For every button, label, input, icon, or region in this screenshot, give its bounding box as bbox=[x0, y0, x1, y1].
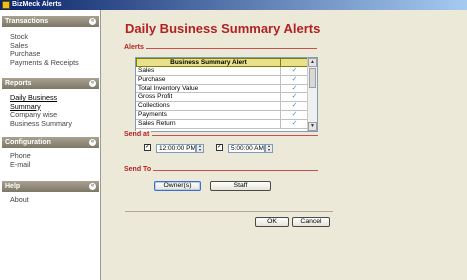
sidebar: Transactions « Stock Sales Purchase Paym… bbox=[0, 10, 101, 280]
alerts-group-line bbox=[146, 48, 317, 49]
staff-button[interactable]: Staff bbox=[210, 181, 271, 191]
scroll-up-arrow-icon[interactable]: ▲ bbox=[308, 58, 317, 67]
alert-name-cell: Total Inventory Value bbox=[136, 84, 281, 93]
sidebar-item-email[interactable]: E-mail bbox=[10, 160, 31, 170]
send-time1-input[interactable]: 12:00:00 PM bbox=[156, 144, 196, 153]
ok-button[interactable]: OK bbox=[255, 217, 289, 227]
section-title: Transactions bbox=[5, 18, 49, 25]
alerts-group-label: Alerts bbox=[124, 44, 146, 51]
check-icon[interactable]: ✓ bbox=[281, 76, 308, 84]
help-items: About bbox=[10, 195, 29, 205]
sidebar-item-company-wise-business-summary[interactable]: Company wise Business Summary bbox=[10, 110, 72, 128]
collapse-chevron-icon[interactable]: « bbox=[89, 18, 96, 25]
send-to-group-label: Send To bbox=[124, 166, 154, 173]
scroll-down-arrow-icon[interactable]: ▼ bbox=[308, 122, 317, 131]
section-title: Configuration bbox=[5, 139, 51, 146]
collapse-chevron-icon[interactable]: « bbox=[89, 183, 96, 190]
transactions-items: Stock Sales Purchase Payments & Receipts bbox=[10, 32, 79, 68]
window-titlebar: BizMeck Alerts bbox=[0, 0, 467, 10]
column-header-check bbox=[281, 58, 308, 67]
collapse-chevron-icon[interactable]: « bbox=[89, 139, 96, 146]
page-title: Daily Business Summary Alerts bbox=[125, 21, 321, 36]
sidebar-item-payments-receipts[interactable]: Payments & Receipts bbox=[10, 58, 79, 68]
section-title: Reports bbox=[5, 80, 32, 87]
configuration-items: Phone E-mail bbox=[10, 151, 31, 170]
table-row[interactable]: Collections ✓ bbox=[136, 102, 308, 111]
check-icon[interactable]: ✓ bbox=[281, 102, 308, 110]
main-panel: Daily Business Summary Alerts Alerts Bus… bbox=[102, 10, 467, 280]
alert-name-cell: Sales bbox=[136, 67, 281, 75]
alerts-table: Business Summary Alert Sales ✓ Purchase ✓ To… bbox=[135, 57, 318, 132]
table-row[interactable]: Gross Profit ✓ bbox=[136, 93, 308, 103]
check-icon[interactable]: ✓ bbox=[281, 120, 308, 128]
table-row[interactable]: Payments ✓ bbox=[136, 110, 308, 120]
footer-divider bbox=[125, 211, 333, 212]
window-title: BizMeck Alerts bbox=[12, 1, 62, 8]
alert-name-cell: Gross Profit bbox=[136, 93, 281, 102]
alert-name-cell: Sales Return bbox=[136, 119, 281, 128]
send-at-group-line bbox=[152, 135, 318, 136]
reports-items: Daily Business Summary Company wise Busi… bbox=[10, 93, 72, 128]
spin-down-icon[interactable]: ▼ bbox=[266, 148, 272, 153]
alert-name-cell: Collections bbox=[136, 102, 281, 110]
send-to-group-line bbox=[152, 170, 318, 171]
owners-button[interactable]: Owner(s) bbox=[154, 181, 201, 191]
table-row[interactable]: Total Inventory Value ✓ bbox=[136, 84, 308, 94]
sidebar-section-configuration[interactable]: Configuration « bbox=[2, 137, 99, 148]
check-icon[interactable]: ✓ bbox=[281, 85, 308, 93]
cancel-button[interactable]: Cancel bbox=[292, 217, 330, 227]
column-header-business-summary-alert: Business Summary Alert bbox=[136, 58, 281, 67]
sidebar-section-transactions[interactable]: Transactions « bbox=[2, 16, 99, 27]
alerts-table-scrollbar[interactable]: ▲ ▼ bbox=[307, 58, 317, 131]
table-row[interactable]: Sales Return ✓ bbox=[136, 119, 308, 129]
check-icon[interactable]: ✓ bbox=[281, 111, 308, 119]
sidebar-section-reports[interactable]: Reports « bbox=[2, 78, 99, 89]
send-time2-checkbox[interactable]: ✓ bbox=[216, 144, 223, 151]
sidebar-section-help[interactable]: Help « bbox=[2, 181, 99, 192]
alert-name-cell: Payments bbox=[136, 110, 281, 119]
section-title: Help bbox=[5, 183, 21, 190]
check-icon[interactable]: ✓ bbox=[281, 93, 308, 101]
alerts-table-header: Business Summary Alert bbox=[136, 58, 308, 67]
spin-down-icon[interactable]: ▼ bbox=[197, 148, 203, 153]
scroll-thumb[interactable] bbox=[309, 68, 316, 88]
alert-name-cell: Purchase bbox=[136, 75, 281, 84]
table-row[interactable]: Purchase ✓ bbox=[136, 75, 308, 85]
send-time2-spinner[interactable]: ▲ ▼ bbox=[265, 144, 273, 153]
send-at-group-label: Send at bbox=[124, 131, 152, 138]
send-time1-checkbox[interactable]: ✓ bbox=[144, 144, 151, 151]
sidebar-item-daily-business-summary[interactable]: Daily Business Summary bbox=[10, 93, 72, 111]
table-row[interactable]: Sales ✓ bbox=[136, 67, 308, 76]
sidebar-item-label: Business Summary bbox=[10, 118, 72, 128]
app-icon bbox=[2, 1, 10, 9]
check-icon[interactable]: ✓ bbox=[281, 67, 308, 75]
sidebar-item-about[interactable]: About bbox=[10, 195, 29, 205]
alerts-table-body: Sales ✓ Purchase ✓ Total Inventory Value ✓ Gro… bbox=[136, 67, 308, 129]
send-time1-spinner[interactable]: ▲ ▼ bbox=[196, 144, 204, 153]
collapse-chevron-icon[interactable]: « bbox=[89, 80, 96, 87]
send-time2-input[interactable]: 5:00:00 AM bbox=[228, 144, 265, 153]
